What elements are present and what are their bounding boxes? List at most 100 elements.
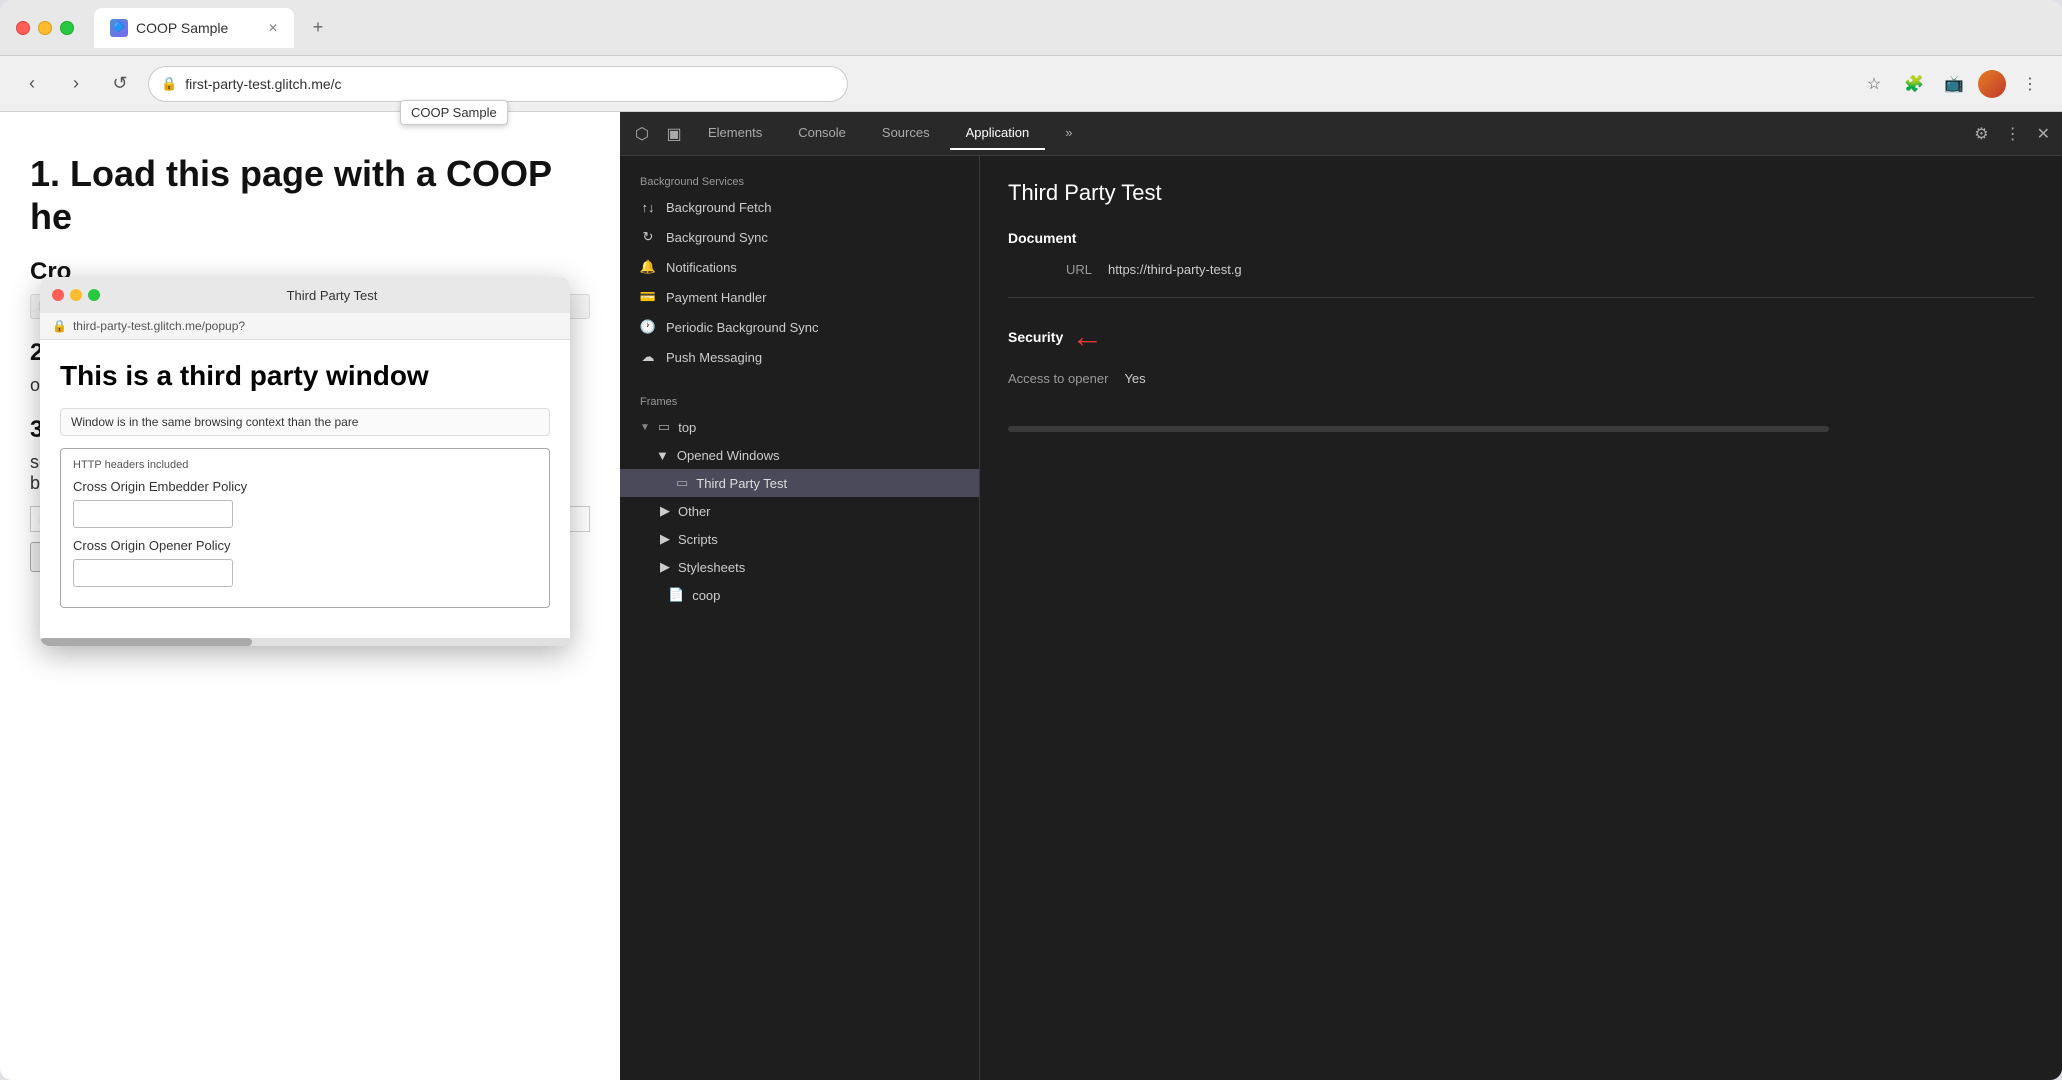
tab-application[interactable]: Application (950, 117, 1046, 150)
stylesheets-chevron-icon: ▶ (660, 559, 670, 575)
devtools-main-panel: Third Party Test Document URL https://th… (980, 156, 2062, 1080)
field1-label: Cross Origin Embedder Policy (73, 479, 537, 494)
popup-minimize-button[interactable] (70, 289, 82, 301)
more-menu-button[interactable]: ⋮ (2014, 68, 2046, 100)
sidebar-label-payment-handler: Payment Handler (666, 290, 766, 305)
devtools-panel: ⬡ ▣ Elements Console Sources Application… (620, 112, 2062, 1080)
popup-content: This is a third party window Window is i… (40, 340, 570, 638)
sidebar-label-periodic-background-sync: Periodic Background Sync (666, 320, 818, 335)
reload-button[interactable]: ↺ (104, 68, 136, 100)
profile-avatar[interactable] (1978, 70, 2006, 98)
stylesheets-label: Stylesheets (678, 560, 745, 575)
top-frame-label: top (678, 420, 696, 435)
other-item[interactable]: ▶ Other (620, 497, 979, 525)
scripts-label: Scripts (678, 532, 718, 547)
popup-traffic-lights (52, 289, 100, 301)
content-area: 1. Load this page with a COOPhe Cro htt … (0, 112, 2062, 1080)
devtools-device-icon[interactable]: ▣ (660, 120, 688, 148)
popup-fieldset: HTTP headers included Cross Origin Embed… (60, 448, 550, 608)
field1-input[interactable] (73, 500, 233, 528)
fieldset-legend: HTTP headers included (73, 459, 537, 471)
divider (1008, 297, 2034, 298)
devtools-body: Background Services ↑↓ Background Fetch … (620, 156, 2062, 1080)
popup-scrollbar-thumb (40, 638, 252, 646)
extensions-button[interactable]: 🧩 (1898, 68, 1930, 100)
access-to-opener-row: Access to opener Yes (1008, 371, 2034, 386)
third-party-test-label: Third Party Test (696, 476, 787, 491)
popup-maximize-button[interactable] (88, 289, 100, 301)
devtools-tabbar: ⬡ ▣ Elements Console Sources Application… (620, 112, 2062, 156)
push-messaging-icon: ☁ (640, 349, 656, 365)
minimize-window-button[interactable] (38, 21, 52, 35)
browser-window: 🔷 COOP Sample ✕ + ‹ › ↺ 🔒 first-party-te… (0, 0, 2062, 1080)
popup-info-box: Window is in the same browsing context t… (60, 408, 550, 436)
tab-sources[interactable]: Sources (866, 117, 946, 150)
tab-more[interactable]: » (1049, 117, 1088, 150)
top-frame-header[interactable]: ▼ ▭ top (620, 412, 979, 442)
popup-url-text: third-party-test.glitch.me/popup? (73, 319, 245, 333)
address-bar[interactable]: 🔒 first-party-test.glitch.me/c COOP Samp… (148, 66, 848, 102)
access-value: Yes (1124, 371, 1145, 386)
new-tab-button[interactable]: + (302, 12, 334, 44)
url-value: https://third-party-test.g (1108, 262, 1242, 277)
active-tab[interactable]: 🔷 COOP Sample ✕ (94, 8, 294, 48)
opened-windows-label: Opened Windows (677, 448, 780, 463)
sidebar-item-notifications[interactable]: 🔔 Notifications (620, 252, 979, 282)
background-sync-icon: ↻ (640, 229, 656, 245)
bookmark-button[interactable]: ☆ (1858, 68, 1890, 100)
popup-urlbar: 🔒 third-party-test.glitch.me/popup? (40, 313, 570, 340)
coop-label: coop (692, 588, 720, 603)
coop-item[interactable]: 📄 coop (620, 581, 979, 609)
tab-console[interactable]: Console (782, 117, 862, 150)
other-chevron-icon: ▶ (660, 503, 670, 519)
scripts-chevron-icon: ▶ (660, 531, 670, 547)
security-label: Security (1008, 329, 1063, 345)
scripts-item[interactable]: ▶ Scripts (620, 525, 979, 553)
other-label: Other (678, 504, 711, 519)
close-window-button[interactable] (16, 21, 30, 35)
maximize-window-button[interactable] (60, 21, 74, 35)
cast-button[interactable]: 📺 (1938, 68, 1970, 100)
security-section: Security ← (1008, 318, 2034, 355)
opened-windows-chevron-icon: ▼ (640, 448, 669, 463)
back-button[interactable]: ‹ (16, 68, 48, 100)
opened-windows-header[interactable]: ▼ Opened Windows (620, 442, 979, 469)
devtools-close-icon[interactable]: ✕ (2033, 120, 2054, 148)
sidebar-item-background-fetch[interactable]: ↑↓ Background Fetch (620, 192, 979, 222)
content-scrollbar[interactable] (1008, 426, 1829, 432)
webpage: 1. Load this page with a COOPhe Cro htt … (0, 112, 620, 1080)
sidebar-label-background-sync: Background Sync (666, 230, 768, 245)
url-key: URL (1008, 262, 1108, 277)
devtools-actions: ⚙ ⋮ ✕ (1970, 120, 2054, 148)
tab-favicon: 🔷 (110, 19, 128, 37)
tab-elements[interactable]: Elements (692, 117, 778, 150)
tab-title: COOP Sample (136, 20, 228, 36)
sidebar-item-payment-handler[interactable]: 💳 Payment Handler (620, 282, 979, 312)
popup-scrollbar[interactable] (40, 638, 570, 646)
devtools-more-icon[interactable]: ⋮ (2001, 120, 2025, 148)
forward-button[interactable]: › (60, 68, 92, 100)
periodic-background-sync-icon: 🕐 (640, 319, 656, 335)
third-party-test-item[interactable]: ▭ Third Party Test (620, 469, 979, 497)
page-heading: 1. Load this page with a COOPhe (30, 152, 590, 238)
popup-title: Third Party Test (287, 288, 378, 303)
sidebar-item-periodic-background-sync[interactable]: 🕐 Periodic Background Sync (620, 312, 979, 342)
stylesheets-item[interactable]: ▶ Stylesheets (620, 553, 979, 581)
devtools-sidebar: Background Services ↑↓ Background Fetch … (620, 156, 980, 1080)
red-arrow-icon: ← (1071, 318, 1103, 355)
popup-lock-icon: 🔒 (52, 319, 67, 333)
devtools-inspect-icon[interactable]: ⬡ (628, 120, 656, 148)
url-row: URL https://third-party-test.g (1008, 262, 2034, 277)
sidebar-item-push-messaging[interactable]: ☁ Push Messaging (620, 342, 979, 372)
field2-input[interactable] (73, 559, 233, 587)
sidebar-item-background-sync[interactable]: ↻ Background Sync (620, 222, 979, 252)
frames-section-label: Frames (620, 388, 979, 412)
tab-close-button[interactable]: ✕ (268, 21, 278, 35)
payment-handler-icon: 💳 (640, 289, 656, 305)
popup-close-button[interactable] (52, 289, 64, 301)
devtools-settings-icon[interactable]: ⚙ (1970, 120, 1992, 148)
security-lock-icon: 🔒 (161, 76, 177, 92)
background-fetch-icon: ↑↓ (640, 199, 656, 215)
field2-label: Cross Origin Opener Policy (73, 538, 537, 553)
panel-title: Third Party Test (1008, 180, 2034, 206)
